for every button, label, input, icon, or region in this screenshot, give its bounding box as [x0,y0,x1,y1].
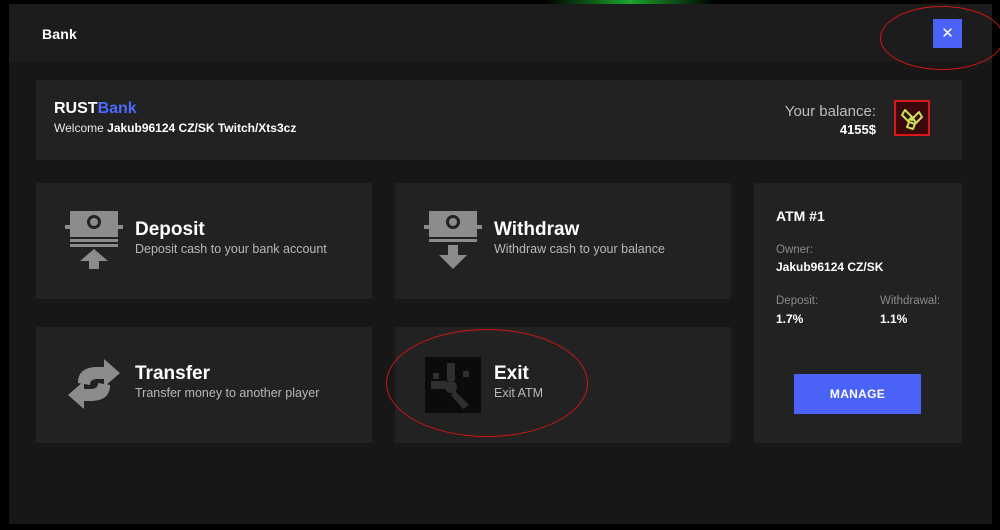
deposit-fee-value: 1.7% [776,312,804,326]
withdraw-title: Withdraw [494,219,580,240]
withdraw-description: Withdraw cash to your balance [494,242,665,256]
exit-title: Exit [494,363,529,384]
rust-logo-icon [425,357,481,413]
balance-value: 4155$ [839,122,876,137]
deposit-title: Deposit [135,219,205,240]
welcome-text: Welcome Jakub96124 CZ/SK Twitch/Xts3cz [54,121,296,135]
deposit-icon [64,209,124,271]
exit-description: Exit ATM [494,386,544,400]
balance-label: Your balance: [784,103,876,120]
withdraw-tile[interactable]: Withdraw Withdraw cash to your balance [395,183,731,299]
window-title: Bank [42,26,78,42]
close-button[interactable]: ✕ [933,19,962,48]
exit-tile[interactable]: Exit Exit ATM [395,327,731,443]
brand-part-bank: Bank [97,100,137,117]
brand-part-rust: RUST [54,100,98,117]
deposit-tile[interactable]: Deposit Deposit cash to your bank accoun… [36,183,372,299]
atm-panel: ATM #1 Owner: Jakub96124 CZ/SK Deposit: … [754,183,962,443]
bank-window: Bank ✕ RUSTBank Welcome Jakub96124 CZ/SK… [9,4,1000,524]
window-header: Bank ✕ [9,4,992,62]
deposit-fee-label: Deposit: [776,295,819,307]
owner-value: Jakub96124 CZ/SK [776,260,884,274]
transfer-icon [64,353,124,415]
withdrawal-fee-value: 1.1% [880,312,908,326]
withdraw-icon [423,209,483,271]
deposit-description: Deposit cash to your bank account [135,242,327,256]
account-info-panel: RUSTBank Welcome Jakub96124 CZ/SK Twitch… [36,80,962,160]
withdrawal-fee-label: Withdrawal: [880,295,941,307]
scrap-icon [894,100,930,136]
welcome-username: Jakub96124 CZ/SK Twitch/Xts3cz [107,121,297,135]
manage-button[interactable]: MANAGE [794,374,921,414]
transfer-description: Transfer money to another player [135,386,320,400]
transfer-title: Transfer [135,363,210,384]
transfer-tile[interactable]: Transfer Transfer money to another playe… [36,327,372,443]
owner-label: Owner: [776,244,814,256]
close-icon: ✕ [941,25,954,42]
atm-title: ATM #1 [776,208,825,224]
welcome-prefix: Welcome [54,121,108,135]
bank-brand: RUSTBank [54,100,137,118]
